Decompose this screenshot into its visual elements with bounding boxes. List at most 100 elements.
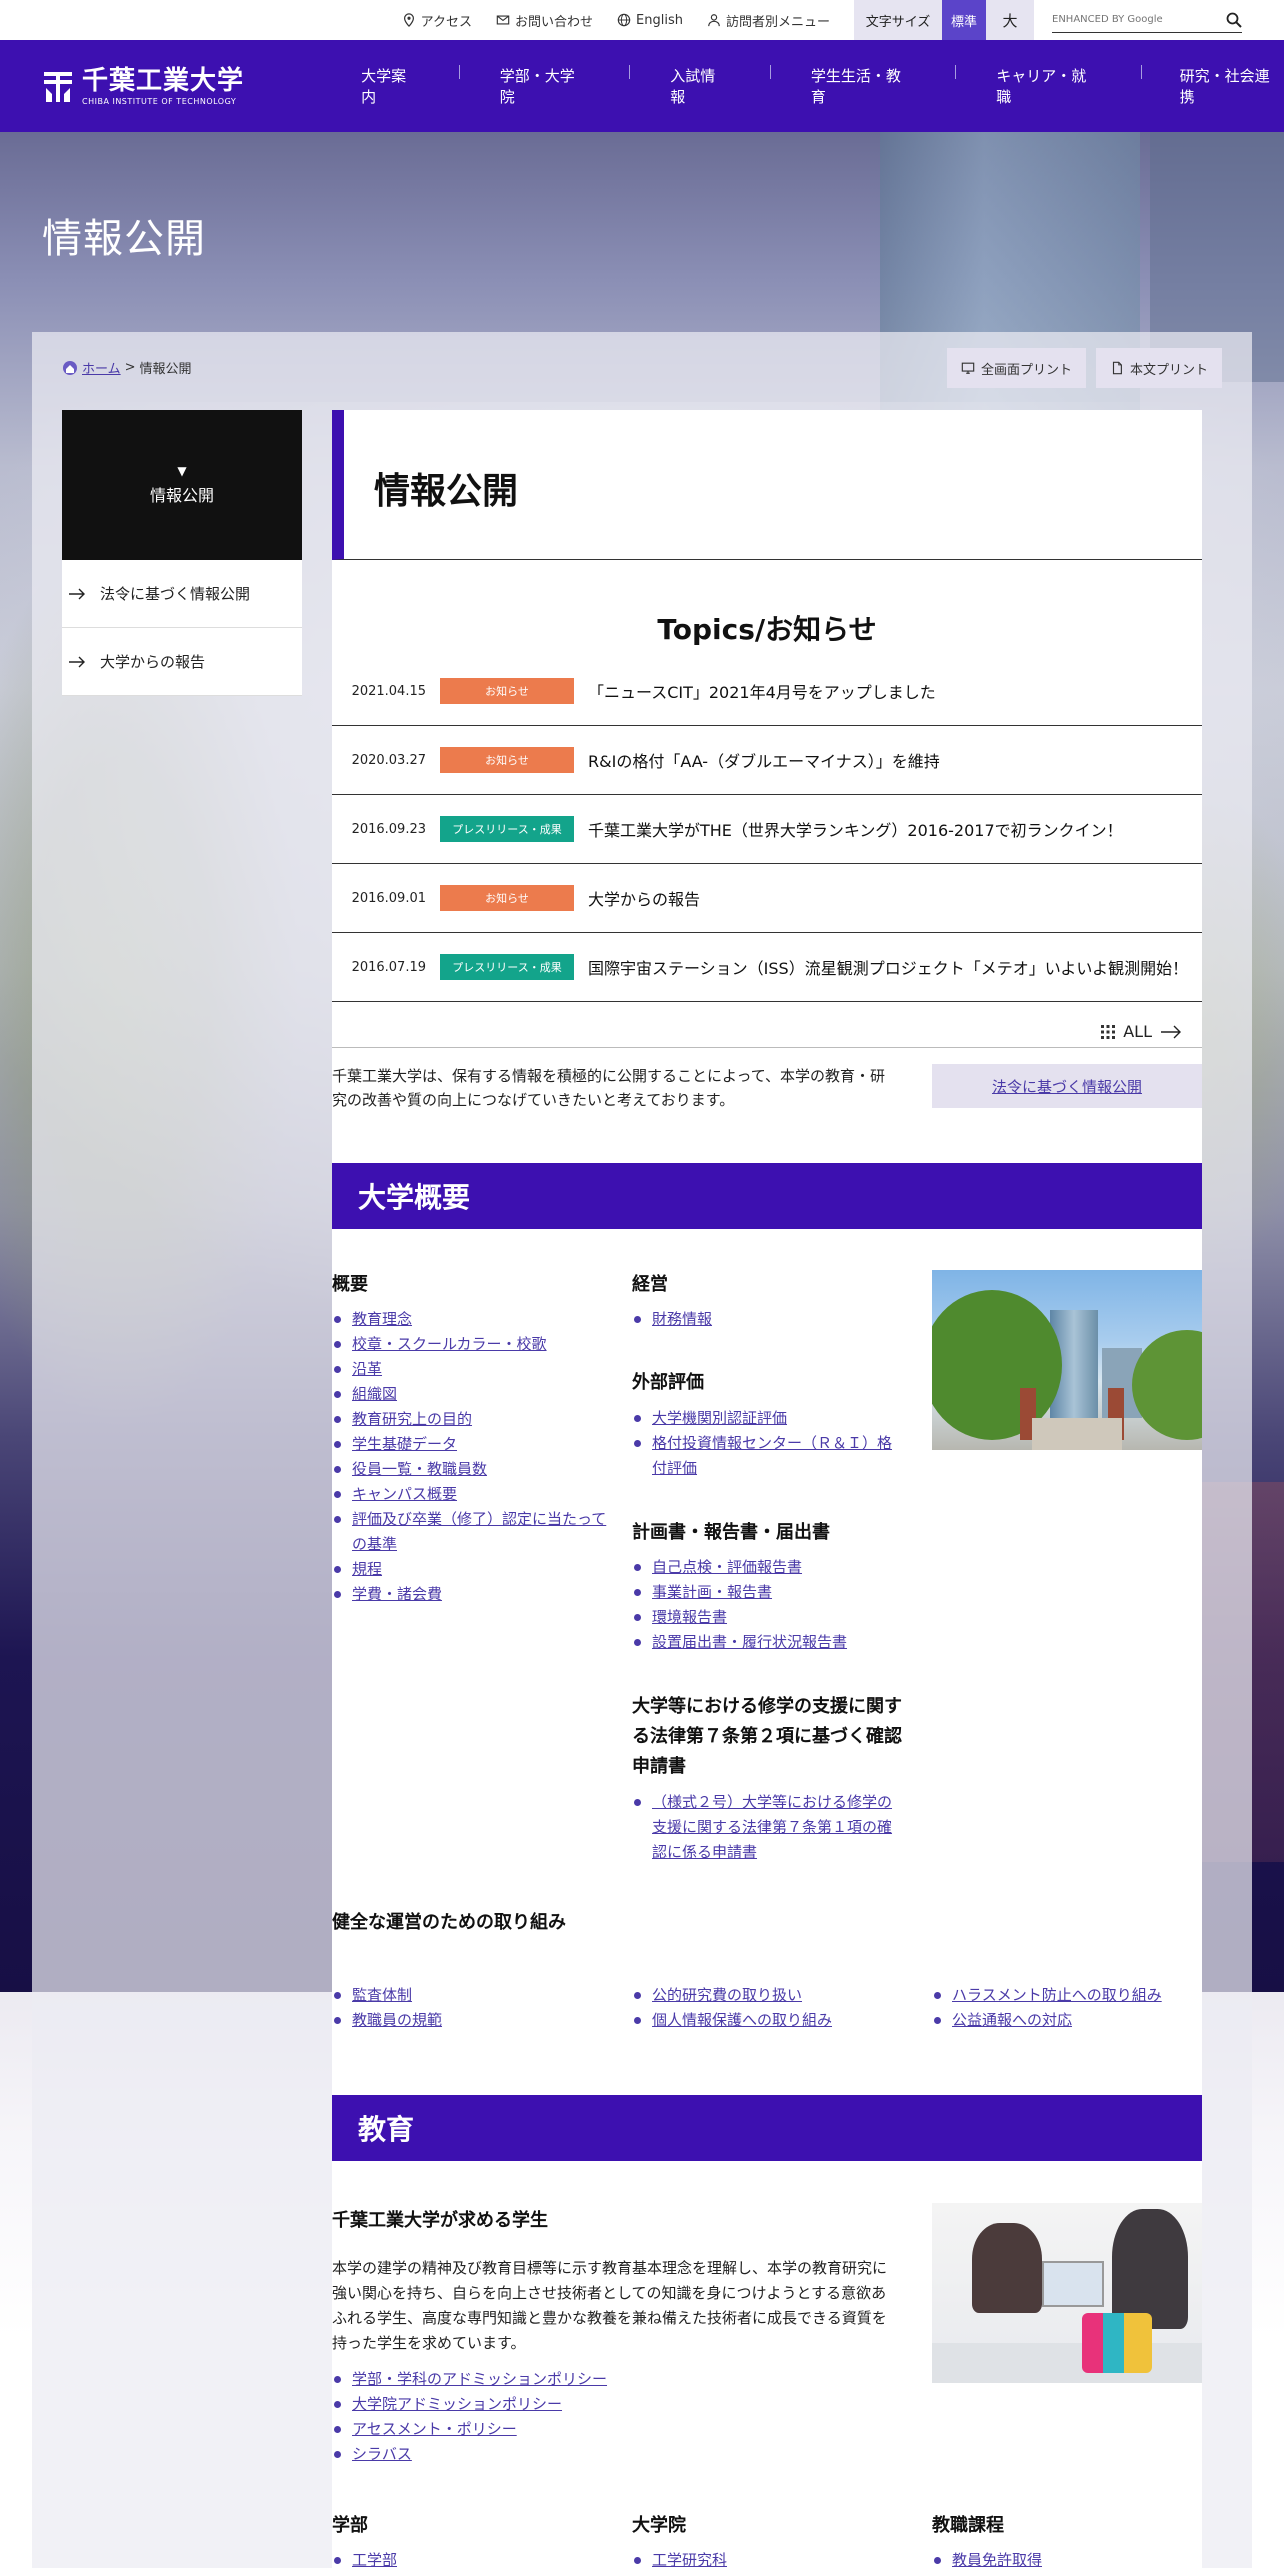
law-disclosure-button[interactable]: 法令に基づく情報公開 xyxy=(932,1064,1202,1108)
link-campus[interactable]: キャンパス概要 xyxy=(352,1485,457,1503)
sidebar-current-section[interactable]: ▼ 情報公開 xyxy=(62,410,302,560)
sidebar-item-reports[interactable]: 大学からの報告 xyxy=(62,628,302,696)
link-criteria[interactable]: 評価及び卒業（修了）認定に当たっての基準 xyxy=(352,1510,606,1553)
link-graduate-admission-policy[interactable]: 大学院アドミッションポリシー xyxy=(352,2395,562,2413)
nav-item-admissions[interactable]: 入試情報 xyxy=(630,65,770,107)
link-fees[interactable]: 学費・諸会費 xyxy=(352,1585,442,1603)
link-harassment[interactable]: ハラスメント防止への取り組み xyxy=(952,1986,1162,2004)
contact-link[interactable]: お問い合わせ xyxy=(496,11,593,30)
nav-item-about[interactable]: 大学案内 xyxy=(341,65,459,107)
news-category-badge: プレスリリース・成果 xyxy=(440,954,574,980)
mail-icon xyxy=(496,15,510,25)
link-teacher-license[interactable]: 教員免許取得 xyxy=(952,2551,1042,2568)
nav-item-faculties[interactable]: 学部・大学院 xyxy=(460,65,629,107)
news-date: 2016.09.01 xyxy=(351,890,426,906)
list-item: 沿革 xyxy=(332,1357,612,1382)
news-date: 2016.09.23 xyxy=(351,821,426,837)
breadcrumb-home-link[interactable]: ホーム xyxy=(82,358,121,377)
link-research-funds[interactable]: 公的研究費の取り扱い xyxy=(652,1986,802,2004)
link-org-chart[interactable]: 組織図 xyxy=(352,1385,397,1403)
news-date: 2016.07.19 xyxy=(351,959,426,975)
list-item: 大学機関別認証評価 xyxy=(632,1406,902,1431)
link-financial[interactable]: 財務情報 xyxy=(652,1310,712,1328)
arrow-right-icon xyxy=(69,588,85,599)
link-admission-policy[interactable]: 学部・学科のアドミッションポリシー xyxy=(352,2370,607,2388)
english-link[interactable]: English xyxy=(617,13,683,28)
font-size-standard-button[interactable]: 標準 xyxy=(942,0,986,40)
map-pin-icon xyxy=(403,13,414,27)
search-input[interactable] xyxy=(1052,14,1226,25)
nav-item-research[interactable]: 研究・社会連携 xyxy=(1142,65,1284,107)
grid-icon xyxy=(1101,1024,1116,1039)
link-officers[interactable]: 役員一覧・教職員数 xyxy=(352,1460,487,1478)
list-item: アセスメント・ポリシー xyxy=(332,2417,892,2442)
nav-item-career[interactable]: キャリア・就職 xyxy=(956,65,1140,107)
breadcrumb: ホーム > 情報公開 xyxy=(62,358,192,377)
news-item[interactable]: 2016.09.23 プレスリリース・成果 千葉工業大学がTHE（世界大学ランキ… xyxy=(332,795,1202,864)
news-item[interactable]: 2021.04.15 お知らせ 「ニュースCIT」2021年4月号をアップしまし… xyxy=(332,657,1202,726)
link-philosophy[interactable]: 教育理念 xyxy=(352,1310,412,1328)
overview-column-title: 概要 xyxy=(332,1274,368,1295)
overview-link-list: 教育理念 校章・スクールカラー・校歌 沿革 組織図 教育研究上の目的 学生基礎デ… xyxy=(332,1307,612,1607)
link-whistleblowing[interactable]: 公益通報への対応 xyxy=(952,2011,1072,2029)
overview-column-title: 外部評価 xyxy=(632,1372,704,1393)
news-category-badge: お知らせ xyxy=(440,678,574,704)
link-support-application[interactable]: （様式２号）大学等における修学の支援に関する法律第７条第１項の確認に係る申請書 xyxy=(652,1793,892,1861)
list-item: 財務情報 xyxy=(632,1307,902,1332)
link-establishment[interactable]: 設置届出書・履行状況報告書 xyxy=(652,1633,847,1651)
link-environment-report[interactable]: 環境報告書 xyxy=(652,1608,727,1626)
topics-all-link[interactable]: ALL xyxy=(1101,1022,1182,1041)
news-title: R&Iの格付「AA-（ダブルエーマイナス）」を維持 xyxy=(588,752,940,771)
print-body-button[interactable]: 本文プリント xyxy=(1095,348,1222,388)
list-item: 格付投資情報センター（Ｒ＆Ｉ）格付評価 xyxy=(632,1431,902,1481)
link-self-evaluation[interactable]: 自己点検・評価報告書 xyxy=(652,1558,802,1576)
access-link[interactable]: アクセス xyxy=(402,11,472,30)
intro-text: 千葉工業大学は、保有する情報を積極的に公開することによって、本学の教育・研究の改… xyxy=(332,1067,886,1109)
link-accreditation[interactable]: 大学機関別認証評価 xyxy=(652,1409,787,1427)
link-emblem[interactable]: 校章・スクールカラー・校歌 xyxy=(352,1335,547,1353)
section-heading-overview: 大学概要 xyxy=(332,1163,1202,1229)
site-logo[interactable]: 千葉工業大学 CHIBA INSTITUTE OF TECHNOLOGY xyxy=(42,67,301,106)
list-item: 教職員の規範 xyxy=(332,2008,612,2033)
external-eval-link-list: 大学機関別認証評価 格付投資情報センター（Ｒ＆Ｉ）格付評価 xyxy=(632,1406,902,1481)
visitor-menu-label: 訪問者別メニュー xyxy=(725,14,830,30)
print-full-button[interactable]: 全画面プリント xyxy=(946,348,1086,388)
link-faculty-engineering[interactable]: 工学部 xyxy=(352,2551,397,2568)
link-regulations[interactable]: 規程 xyxy=(352,1560,382,1578)
link-history[interactable]: 沿革 xyxy=(352,1360,382,1378)
list-item: 学生基礎データ xyxy=(332,1432,612,1457)
font-size-large-button[interactable]: 大 xyxy=(986,0,1034,40)
divider xyxy=(332,1047,1202,1048)
news-item[interactable]: 2016.09.01 お知らせ 大学からの報告 xyxy=(332,864,1202,933)
list-item: 教育研究上の目的 xyxy=(332,1407,612,1432)
home-icon xyxy=(63,360,77,375)
link-privacy[interactable]: 個人情報保護への取り組み xyxy=(652,2011,832,2029)
link-syllabus[interactable]: シラバス xyxy=(352,2445,412,2463)
arrow-right-icon xyxy=(1161,1025,1181,1038)
news-item[interactable]: 2020.03.27 お知らせ R&Iの格付「AA-（ダブルエーマイナス）」を維… xyxy=(332,726,1202,795)
education-body-text: 本学の建学の精神及び教育目標等に示す教育基本理念を理解し、本学の教育研究に強い関… xyxy=(332,2259,888,2352)
document-icon xyxy=(1112,361,1122,375)
nav-item-student-life[interactable]: 学生生活・教育 xyxy=(771,65,955,107)
support-link-list: （様式２号）大学等における修学の支援に関する法律第７条第１項の確認に係る申請書 xyxy=(632,1790,902,1865)
link-graduate-engineering[interactable]: 工学研究科 xyxy=(652,2551,727,2568)
overview-column-title: 計画書・報告書・届出書 xyxy=(632,1522,830,1543)
link-rating[interactable]: 格付投資情報センター（Ｒ＆Ｉ）格付評価 xyxy=(652,1434,892,1477)
link-student-data[interactable]: 学生基礎データ xyxy=(352,1435,457,1453)
list-item: 個人情報保護への取り組み xyxy=(632,2008,912,2033)
list-item: 設置届出書・履行状況報告書 xyxy=(632,1630,902,1655)
link-purpose[interactable]: 教育研究上の目的 xyxy=(352,1410,472,1428)
link-business-plan[interactable]: 事業計画・報告書 xyxy=(652,1583,772,1601)
list-item: 公的研究費の取り扱い xyxy=(632,1983,912,2008)
nav-menu: 大学案内 学部・大学院 入試情報 学生生活・教育 キャリア・就職 研究・社会連携 xyxy=(341,65,1284,107)
sidebar-item-law-disclosure[interactable]: 法令に基づく情報公開 xyxy=(62,560,302,628)
link-assessment-policy[interactable]: アセスメント・ポリシー xyxy=(352,2420,517,2438)
list-item: 評価及び卒業（修了）認定に当たっての基準 xyxy=(332,1507,612,1557)
news-date: 2020.03.27 xyxy=(351,752,426,768)
link-audit[interactable]: 監査体制 xyxy=(352,1986,412,2004)
visitor-menu-link[interactable]: 訪問者別メニュー xyxy=(707,11,830,30)
cit-logo-icon xyxy=(44,72,72,102)
link-staff-code[interactable]: 教職員の規範 xyxy=(352,2011,442,2029)
search-icon[interactable] xyxy=(1226,12,1242,28)
news-item[interactable]: 2016.07.19 プレスリリース・成果 国際宇宙ステーション（ISS）流星観… xyxy=(332,933,1202,1002)
